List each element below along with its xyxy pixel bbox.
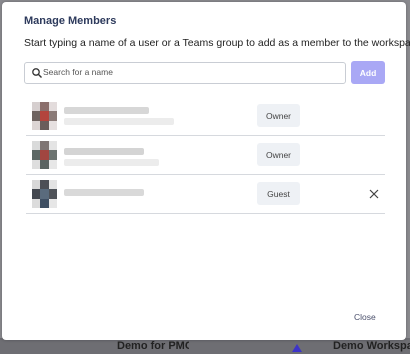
remove-member-icon[interactable] <box>368 188 380 200</box>
dialog-title: Manage Members <box>24 15 117 27</box>
member-row: Owner <box>26 136 385 175</box>
background-workspace-name: Demo for PMC <box>117 340 189 352</box>
member-row: Owner <box>26 97 385 136</box>
avatar <box>32 102 57 130</box>
dialog-subtitle: Start typing a name of a user or a Teams… <box>24 37 410 49</box>
background-workspace-name: Demo Workspace <box>333 340 410 352</box>
member-name <box>64 107 149 114</box>
member-name <box>64 189 144 196</box>
member-email <box>64 159 159 166</box>
member-name <box>64 148 144 155</box>
member-email <box>64 118 174 125</box>
role-badge[interactable]: Guest <box>257 182 300 205</box>
add-button[interactable]: Add <box>351 61 385 84</box>
member-row: Guest <box>26 175 385 214</box>
search-icon <box>32 68 42 78</box>
background-warning-icon <box>292 344 302 352</box>
avatar <box>32 141 57 169</box>
role-badge[interactable]: Owner <box>257 143 300 166</box>
manage-members-dialog: Manage Members Start typing a name of a … <box>2 2 410 340</box>
role-badge[interactable]: Owner <box>257 104 300 127</box>
search-field[interactable] <box>24 62 346 84</box>
close-button[interactable]: Close <box>354 312 376 322</box>
avatar <box>32 180 57 208</box>
search-input[interactable] <box>43 64 333 80</box>
